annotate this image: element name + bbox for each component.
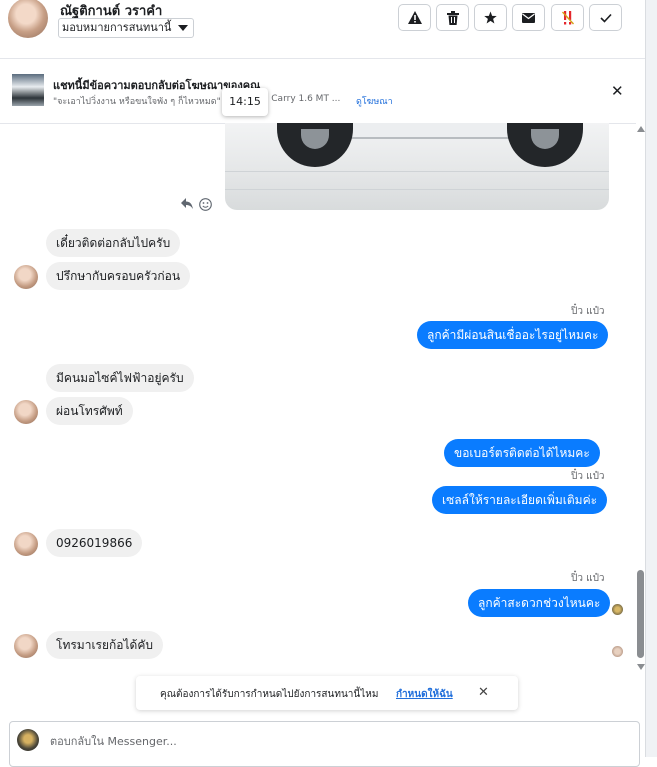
read-receipt-avatar xyxy=(612,646,623,657)
shared-photo[interactable] xyxy=(225,123,609,210)
emoji-reaction-icon[interactable] xyxy=(199,198,212,211)
check-icon xyxy=(599,13,612,23)
close-icon[interactable]: ✕ xyxy=(478,685,489,700)
incoming-message[interactable]: เดี๋ยวติดต่อกลับไปครับ xyxy=(46,229,181,257)
chevron-down-icon xyxy=(178,25,189,31)
scroll-up-arrow-icon[interactable] xyxy=(637,126,645,132)
mark-done-button[interactable] xyxy=(589,4,622,31)
ad-reply-banner: แชทนี้มีข้อความตอบกลับต่อโฆษณาของคุณ "จะ… xyxy=(0,59,645,124)
contact-avatar-small[interactable] xyxy=(14,265,38,289)
incoming-message[interactable]: ผ่อนโทรศัพท์ xyxy=(46,397,133,425)
contact-avatar[interactable] xyxy=(8,0,48,38)
warning-icon xyxy=(407,11,422,24)
sender-label: ปิ๋ว แป๋ว xyxy=(571,573,605,584)
scrollbar-thumb[interactable] xyxy=(637,570,644,658)
reply-composer xyxy=(9,721,640,767)
view-ad-link[interactable]: ดูโฆษณา xyxy=(356,94,393,108)
ad-thumbnail[interactable] xyxy=(12,74,44,106)
close-icon[interactable]: ✕ xyxy=(611,84,624,99)
spam-icon xyxy=(561,10,574,24)
mark-unread-button[interactable] xyxy=(512,4,545,31)
sender-label: ปิ๋ว แป๋ว xyxy=(571,471,605,482)
outgoing-message[interactable]: เซลล์ให้รายละเอียดเพิ่มเติมค่ะ xyxy=(432,486,608,514)
assign-label: มอบหมายการสนทนานี้ xyxy=(62,21,172,34)
read-receipt-avatar xyxy=(612,604,623,615)
star-button[interactable] xyxy=(474,4,507,31)
window-edge xyxy=(645,0,657,757)
photo-wheel xyxy=(277,123,353,167)
page-avatar xyxy=(17,729,39,751)
assign-to-me-link[interactable]: กำหนดให้ฉัน xyxy=(396,687,453,702)
sender-label: ปิ๋ว แป๋ว xyxy=(571,306,605,317)
outgoing-message[interactable]: ขอเบอร์ตรติดต่อได้ไหมคะ xyxy=(444,439,600,467)
scroll-down-arrow-icon[interactable] xyxy=(637,664,645,670)
incoming-message[interactable]: มีคนมอไซค์ไฟฟ้าอยู่ครับ xyxy=(46,364,194,392)
incoming-message[interactable]: 0926019866 xyxy=(46,529,143,557)
spam-button[interactable] xyxy=(551,4,584,31)
timestamp-tooltip: 14:15 xyxy=(222,88,268,116)
outgoing-message[interactable]: ลูกค้ามีผ่อนสินเชื่ออะไรอยู่ไหมคะ xyxy=(417,321,609,349)
contact-avatar-small[interactable] xyxy=(14,532,38,556)
assign-conversation-dropdown[interactable]: มอบหมายการสนทนานี้ xyxy=(58,18,195,38)
reply-input[interactable] xyxy=(48,730,612,752)
delete-button[interactable] xyxy=(436,4,469,31)
ad-quote: "จะเอาไปวิ่งงาน หรือขนใจพัง ๆ ก็ไหวหมด" xyxy=(53,97,221,107)
photo-floor-line xyxy=(225,189,609,190)
photo-wheel xyxy=(507,123,583,167)
trash-icon xyxy=(446,10,459,25)
photo-floor-line xyxy=(225,171,609,172)
assignment-notice-text: คุณต้องการได้รับการกำหนดไปยังการสนทนานี้… xyxy=(160,689,379,700)
outgoing-message[interactable]: ลูกค้าสะดวกช่วงไหนคะ xyxy=(468,589,611,617)
contact-avatar-small[interactable] xyxy=(14,634,38,658)
warning-button[interactable] xyxy=(398,4,431,31)
envelope-icon xyxy=(522,12,535,23)
conversation-header: ณัฐติกานต์ วราคำ มอบหมายการสนทนานี้ xyxy=(0,0,645,59)
incoming-message[interactable]: โทรมาเรยก้อได้คับ xyxy=(46,631,163,659)
contact-avatar-small[interactable] xyxy=(14,400,38,424)
reply-icon[interactable] xyxy=(181,198,193,209)
assignment-notice: คุณต้องการได้รับการกำหนดไปยังการสนทนานี้… xyxy=(136,676,518,710)
incoming-message[interactable]: ปรึกษากับครอบครัวก่อน xyxy=(46,262,191,290)
star-icon xyxy=(484,11,497,24)
